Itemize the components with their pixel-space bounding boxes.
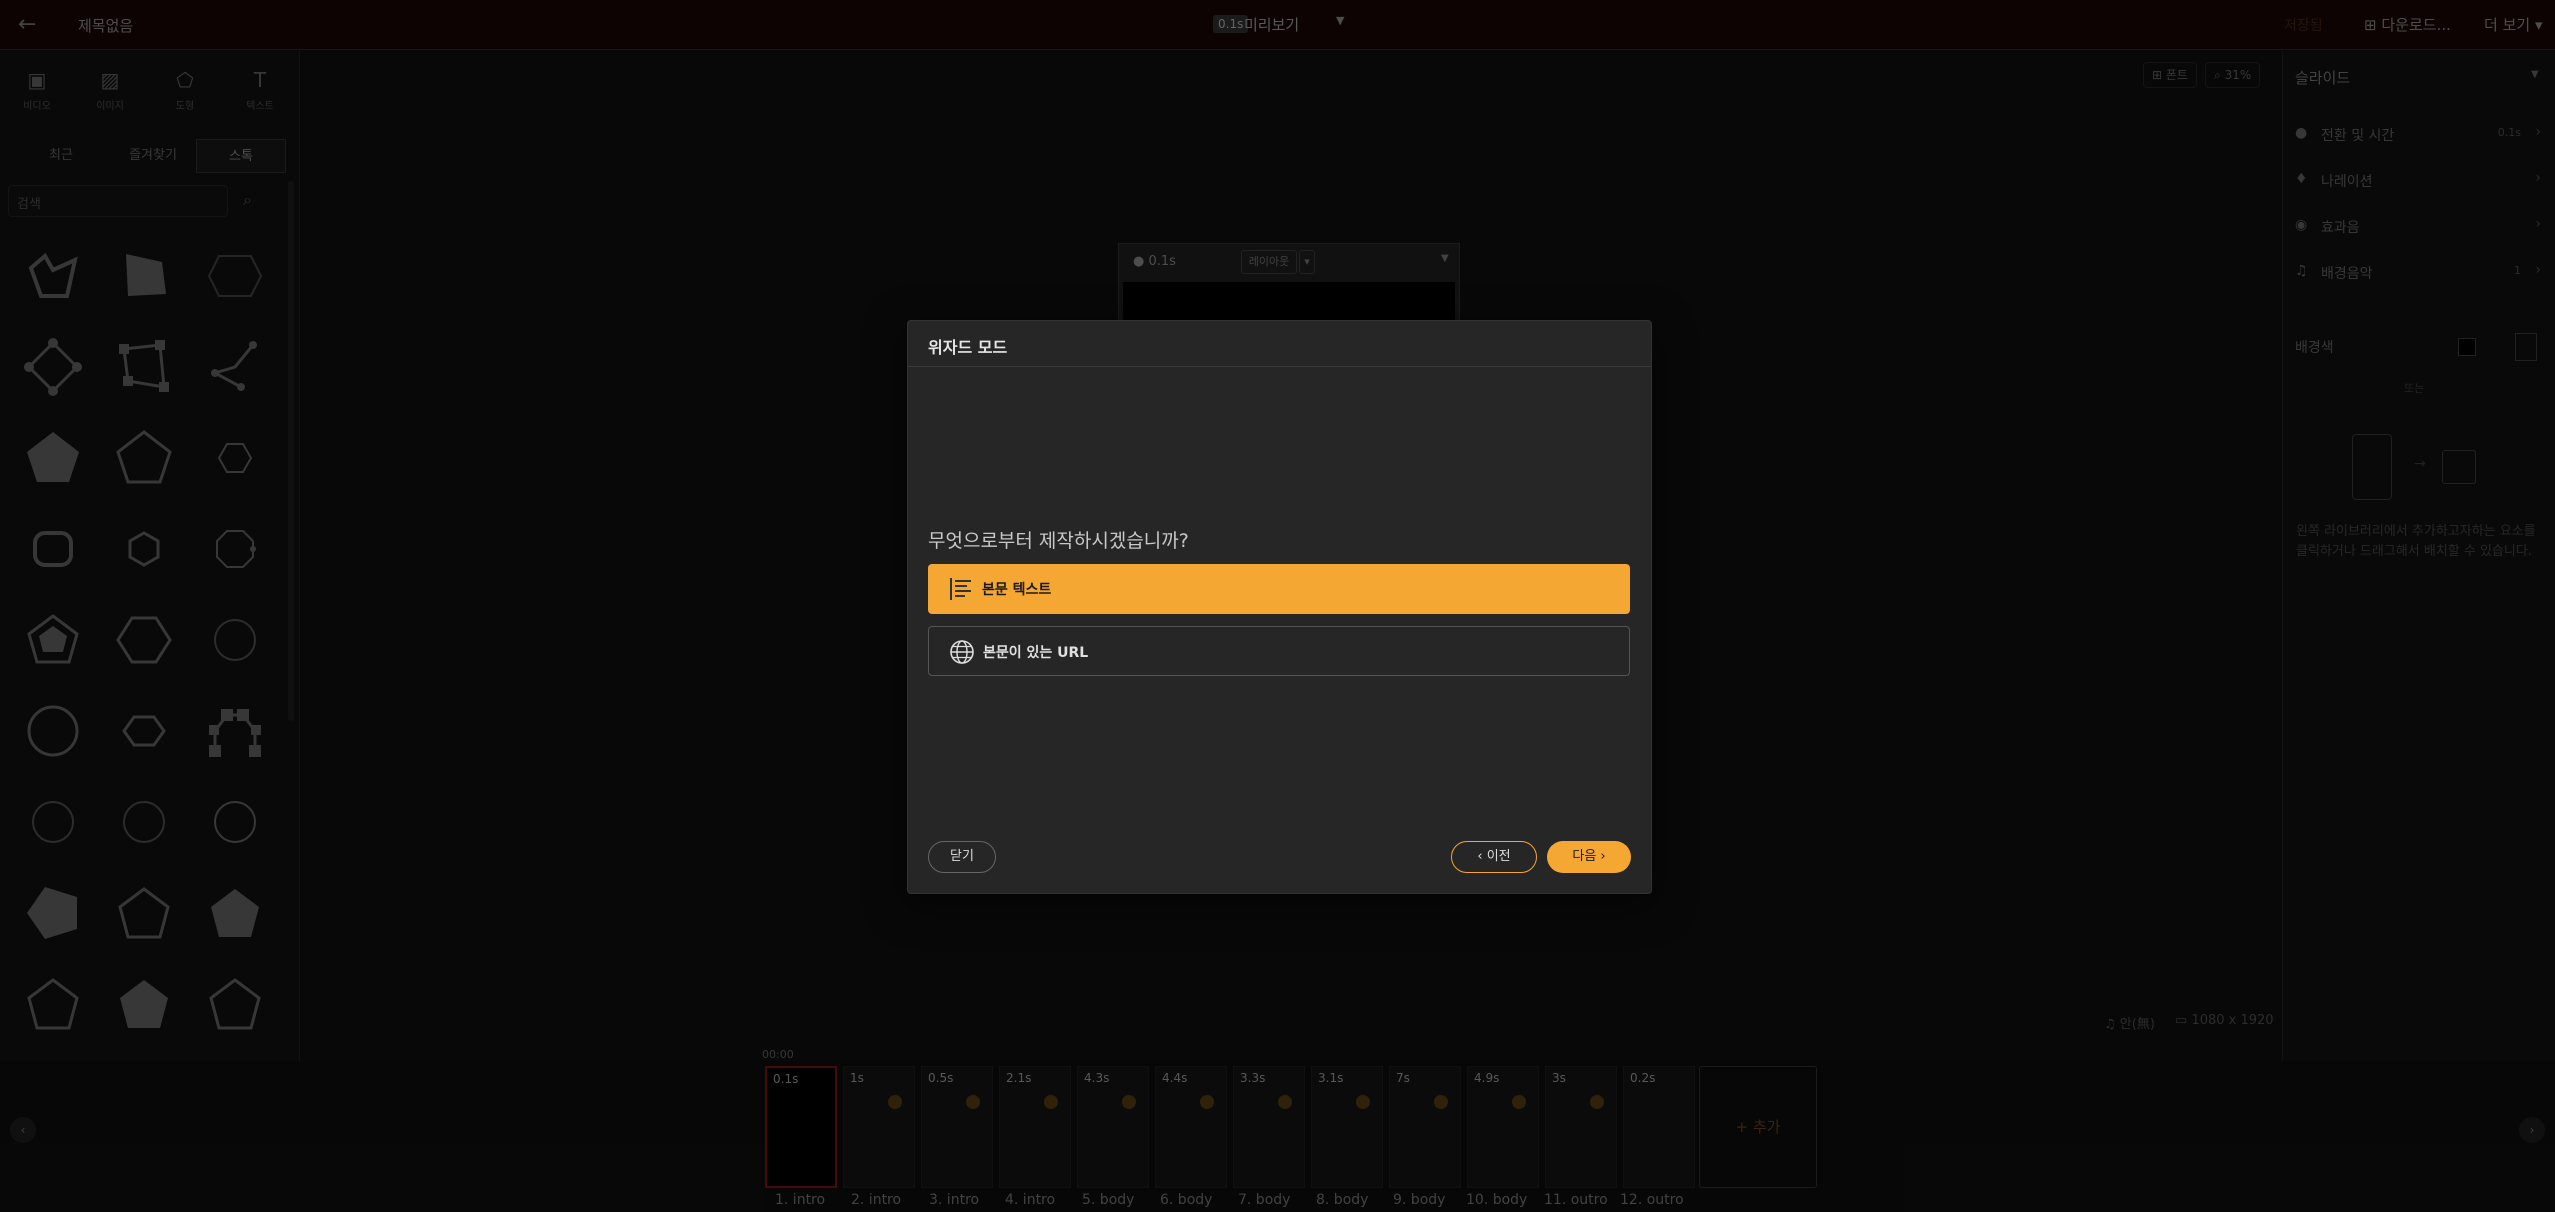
wizard-question: 무엇으로부터 제작하시겠습니까?: [928, 530, 1189, 552]
option-label: 본문 텍스트: [982, 582, 1052, 598]
modal-header: 위자드 모드: [908, 321, 1651, 367]
previous-button[interactable]: ‹ 이전: [1451, 841, 1537, 873]
option-body-text[interactable]: 본문 텍스트: [928, 564, 1630, 614]
previous-label: 이전: [1486, 849, 1511, 864]
chevron-right-icon: ›: [1600, 849, 1606, 864]
close-button[interactable]: 닫기: [928, 841, 996, 873]
next-label: 다음: [1572, 849, 1597, 864]
modal-title: 위자드 모드: [928, 338, 1008, 357]
option-url[interactable]: 본문이 있는 URL: [928, 626, 1630, 676]
text-align-icon: [950, 578, 971, 600]
app-root: ← 제목없음 0.1s 미리보기 ▼ 저장됨 ⊞ 다운로드... 더 보기 ▾ …: [0, 0, 2555, 1212]
next-button[interactable]: 다음 ›: [1547, 841, 1631, 873]
option-label: 본문이 있는 URL: [983, 645, 1089, 661]
wizard-modal: 위자드 모드 무엇으로부터 제작하시겠습니까? 본문 텍스트 본문이 있는 UR…: [907, 320, 1652, 894]
globe-icon: [950, 640, 974, 664]
chevron-left-icon: ‹: [1477, 849, 1483, 864]
